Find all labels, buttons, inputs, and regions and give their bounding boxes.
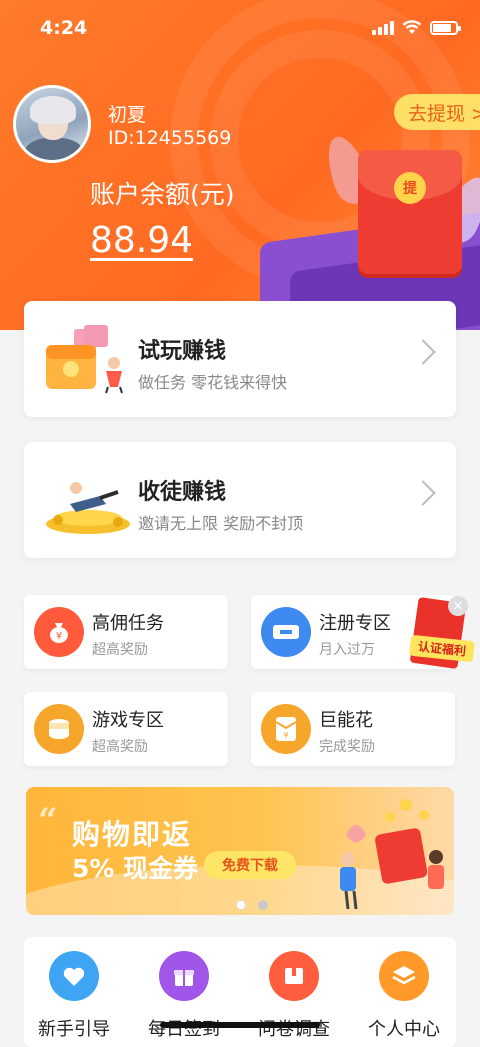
status-time: 4:24 [40, 17, 88, 39]
box-icon [269, 951, 319, 1001]
red-envelope-icon: ¥ [261, 704, 311, 754]
zone-subtitle: 月入过万 [319, 642, 375, 658]
coin-pile-icon [46, 482, 130, 534]
nav-new-user-guide[interactable]: 新手引导 [24, 951, 124, 1041]
card-title: 收徒赚钱 [138, 480, 227, 505]
money-bag-icon: ¥ [34, 607, 84, 657]
shopping-illustration [340, 799, 444, 910]
svg-text:¥: ¥ [56, 631, 62, 642]
close-icon[interactable]: × [448, 596, 468, 616]
balance-label: 账户余额(元) [90, 180, 235, 209]
zone-games[interactable]: 游戏专区 超高奖励 [24, 692, 228, 766]
zone-title: 注册专区 [319, 613, 391, 634]
withdraw-coin-icon: 提 [394, 172, 426, 204]
heart-icon [49, 951, 99, 1001]
zone-juneng[interactable]: ¥ 巨能花 完成奖励 [251, 692, 455, 766]
card-title: 试玩赚钱 [138, 339, 227, 364]
coin-stack-icon [34, 704, 84, 754]
banner-subtitle: 5% 现金券 [72, 854, 199, 883]
nav-personal-center[interactable]: 个人中心 [354, 951, 454, 1041]
chevron-right-icon [410, 480, 436, 506]
chevron-right-icon [410, 339, 436, 365]
wifi-icon [402, 20, 422, 34]
trial-earn-card[interactable]: 试玩赚钱 做任务 零花钱来得快 [24, 301, 456, 417]
nav-label: 问卷调查 [258, 1019, 330, 1040]
layers-icon [379, 951, 429, 1001]
username: 初夏 [108, 104, 147, 126]
nav-label: 新手引导 [38, 1019, 110, 1040]
card-subtitle: 做任务 零花钱来得快 [138, 373, 288, 392]
zone-high-commission[interactable]: ¥ 高佣任务 超高奖励 [24, 595, 228, 669]
carousel-dot[interactable] [236, 900, 246, 910]
svg-text:¥: ¥ [283, 731, 288, 740]
promo-banner[interactable]: “ 购物即返 5% 现金券 免费下载 [26, 787, 454, 915]
nav-label: 个人中心 [368, 1019, 440, 1040]
zone-title: 巨能花 [319, 710, 373, 731]
battery-icon [430, 20, 461, 35]
quote-icon: “ [38, 801, 58, 841]
status-bar: 4:24 [0, 0, 480, 56]
signal-icon [372, 20, 394, 35]
nav-label: 每日签到 [148, 1019, 220, 1040]
header: 4:24 初夏 ID:12455569 账户余额(元) 88.94 去提现 > … [0, 0, 480, 330]
status-icons [372, 20, 461, 35]
wallet-icon [46, 325, 123, 394]
verification-reward-badge[interactable]: 认证福利 × [402, 596, 476, 680]
zone-title: 游戏专区 [92, 710, 164, 731]
home-indicator[interactable] [160, 1022, 320, 1028]
bottom-nav: 新手引导 每日签到 问卷调查 个人中心 [24, 937, 456, 1047]
ticket-icon [261, 607, 311, 657]
battery-fill [433, 23, 451, 32]
zone-subtitle: 完成奖励 [319, 739, 375, 755]
recruit-earn-card[interactable]: 收徒赚钱 邀请无上限 奖励不封顶 [24, 442, 456, 558]
carousel-dot[interactable] [258, 900, 268, 910]
card-subtitle: 邀请无上限 奖励不封顶 [138, 514, 304, 533]
balance-value[interactable]: 88.94 [90, 220, 193, 261]
gift-icon [159, 951, 209, 1001]
red-envelope-illustration: 提 [358, 150, 462, 274]
zone-subtitle: 超高奖励 [92, 642, 148, 658]
user-id: ID:12455569 [108, 127, 232, 149]
banner-title: 购物即返 [72, 818, 193, 851]
zone-subtitle: 超高奖励 [92, 739, 148, 755]
avatar[interactable] [13, 85, 91, 163]
withdraw-button[interactable]: 去提现 > [394, 94, 480, 130]
free-download-button[interactable]: 免费下载 [204, 851, 296, 879]
zone-title: 高佣任务 [92, 613, 164, 634]
